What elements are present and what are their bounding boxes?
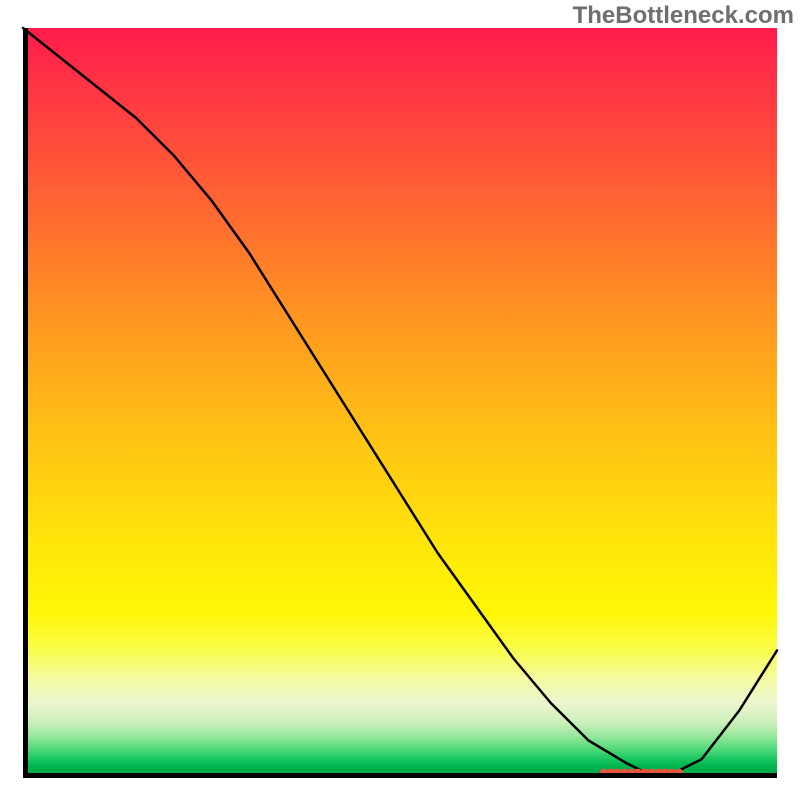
plot-area <box>23 28 777 778</box>
chart-svg <box>23 28 777 778</box>
chart-frame: TheBottleneck.com <box>0 0 800 800</box>
bottleneck-curve <box>23 28 777 774</box>
minimum-dot <box>675 769 683 777</box>
watermark-text: TheBottleneck.com <box>573 2 794 30</box>
